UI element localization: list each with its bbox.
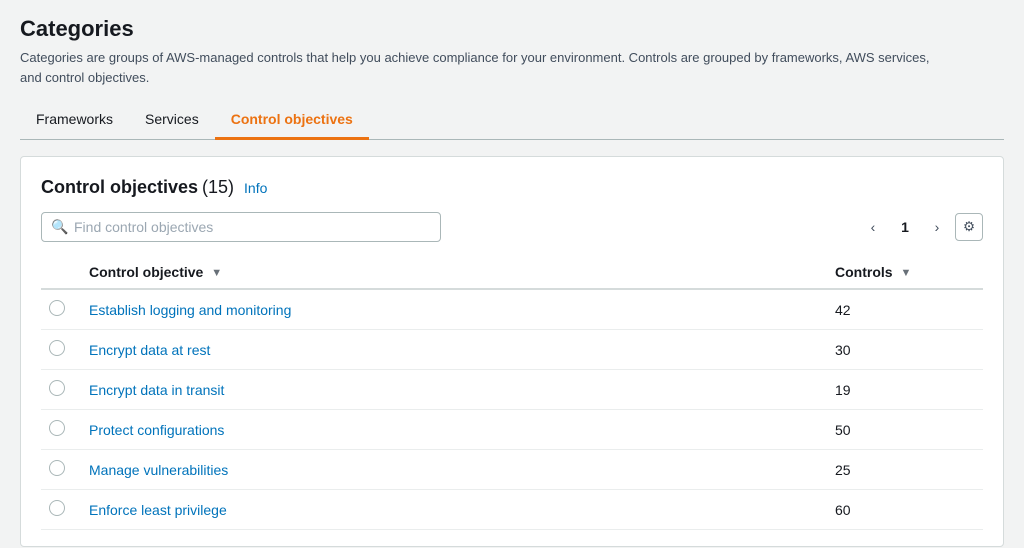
- row-objective-cell: Encrypt data at rest: [77, 330, 823, 370]
- next-page-button[interactable]: ›: [923, 213, 951, 241]
- row-controls-cell: 42: [823, 289, 983, 330]
- row-checkbox-cell: [41, 410, 77, 450]
- row-checkbox-cell: [41, 370, 77, 410]
- objective-link[interactable]: Enforce least privilege: [89, 502, 227, 518]
- row-checkbox-cell: [41, 490, 77, 530]
- row-radio[interactable]: [49, 460, 65, 476]
- section-count: (15): [202, 177, 234, 198]
- objective-link[interactable]: Encrypt data at rest: [89, 342, 210, 358]
- search-container: 🔍: [41, 212, 441, 242]
- control-objectives-table: Control objective ▼ Controls ▼ Establish…: [41, 256, 983, 530]
- objective-link[interactable]: Manage vulnerabilities: [89, 462, 228, 478]
- row-checkbox-cell: [41, 330, 77, 370]
- row-objective-cell: Establish logging and monitoring: [77, 289, 823, 330]
- search-input[interactable]: [41, 212, 441, 242]
- pagination-controls: ‹ 1 › ⚙: [859, 213, 983, 241]
- prev-page-button[interactable]: ‹: [859, 213, 887, 241]
- sort-controls-icon: ▼: [900, 267, 911, 279]
- tab-control-objectives[interactable]: Control objectives: [215, 103, 369, 140]
- objective-link[interactable]: Establish logging and monitoring: [89, 302, 291, 318]
- table-row: Encrypt data in transit 19: [41, 370, 983, 410]
- row-objective-cell: Enforce least privilege: [77, 490, 823, 530]
- row-checkbox-cell: [41, 450, 77, 490]
- table-row: Establish logging and monitoring 42: [41, 289, 983, 330]
- search-row: 🔍 ‹ 1 › ⚙: [41, 212, 983, 242]
- row-radio[interactable]: [49, 380, 65, 396]
- search-icon: 🔍: [51, 219, 68, 236]
- row-controls-cell: 19: [823, 370, 983, 410]
- row-radio[interactable]: [49, 300, 65, 316]
- section-header: Control objectives (15) Info: [41, 177, 983, 198]
- table-row: Manage vulnerabilities 25: [41, 450, 983, 490]
- chevron-left-icon: ‹: [871, 219, 876, 235]
- content-panel: Control objectives (15) Info 🔍 ‹ 1 › ⚙: [20, 156, 1004, 547]
- row-radio[interactable]: [49, 340, 65, 356]
- chevron-right-icon: ›: [935, 219, 940, 235]
- col-header-controls[interactable]: Controls ▼: [823, 256, 983, 289]
- row-objective-cell: Encrypt data in transit: [77, 370, 823, 410]
- row-objective-cell: Manage vulnerabilities: [77, 450, 823, 490]
- sort-objective-icon: ▼: [211, 267, 222, 279]
- tab-frameworks[interactable]: Frameworks: [20, 103, 129, 140]
- col-header-checkbox: [41, 256, 77, 289]
- objective-link[interactable]: Protect configurations: [89, 422, 224, 438]
- table-row: Protect configurations 50: [41, 410, 983, 450]
- settings-button[interactable]: ⚙: [955, 213, 983, 241]
- info-link[interactable]: Info: [244, 180, 267, 196]
- table-row: Enforce least privilege 60: [41, 490, 983, 530]
- row-controls-cell: 60: [823, 490, 983, 530]
- tab-services[interactable]: Services: [129, 103, 215, 140]
- col-objective-label: Control objective: [89, 264, 203, 280]
- col-header-objective[interactable]: Control objective ▼: [77, 256, 823, 289]
- col-controls-label: Controls: [835, 264, 893, 280]
- current-page: 1: [891, 213, 919, 241]
- tabs-bar: Frameworks Services Control objectives: [20, 103, 1004, 140]
- row-objective-cell: Protect configurations: [77, 410, 823, 450]
- row-controls-cell: 30: [823, 330, 983, 370]
- section-title: Control objectives: [41, 177, 198, 198]
- row-controls-cell: 25: [823, 450, 983, 490]
- row-controls-cell: 50: [823, 410, 983, 450]
- table-row: Encrypt data at rest 30: [41, 330, 983, 370]
- page-description: Categories are groups of AWS-managed con…: [20, 48, 940, 87]
- row-radio[interactable]: [49, 420, 65, 436]
- objective-link[interactable]: Encrypt data in transit: [89, 382, 224, 398]
- page-title: Categories: [20, 16, 1004, 42]
- gear-icon: ⚙: [963, 219, 975, 235]
- row-checkbox-cell: [41, 289, 77, 330]
- row-radio[interactable]: [49, 500, 65, 516]
